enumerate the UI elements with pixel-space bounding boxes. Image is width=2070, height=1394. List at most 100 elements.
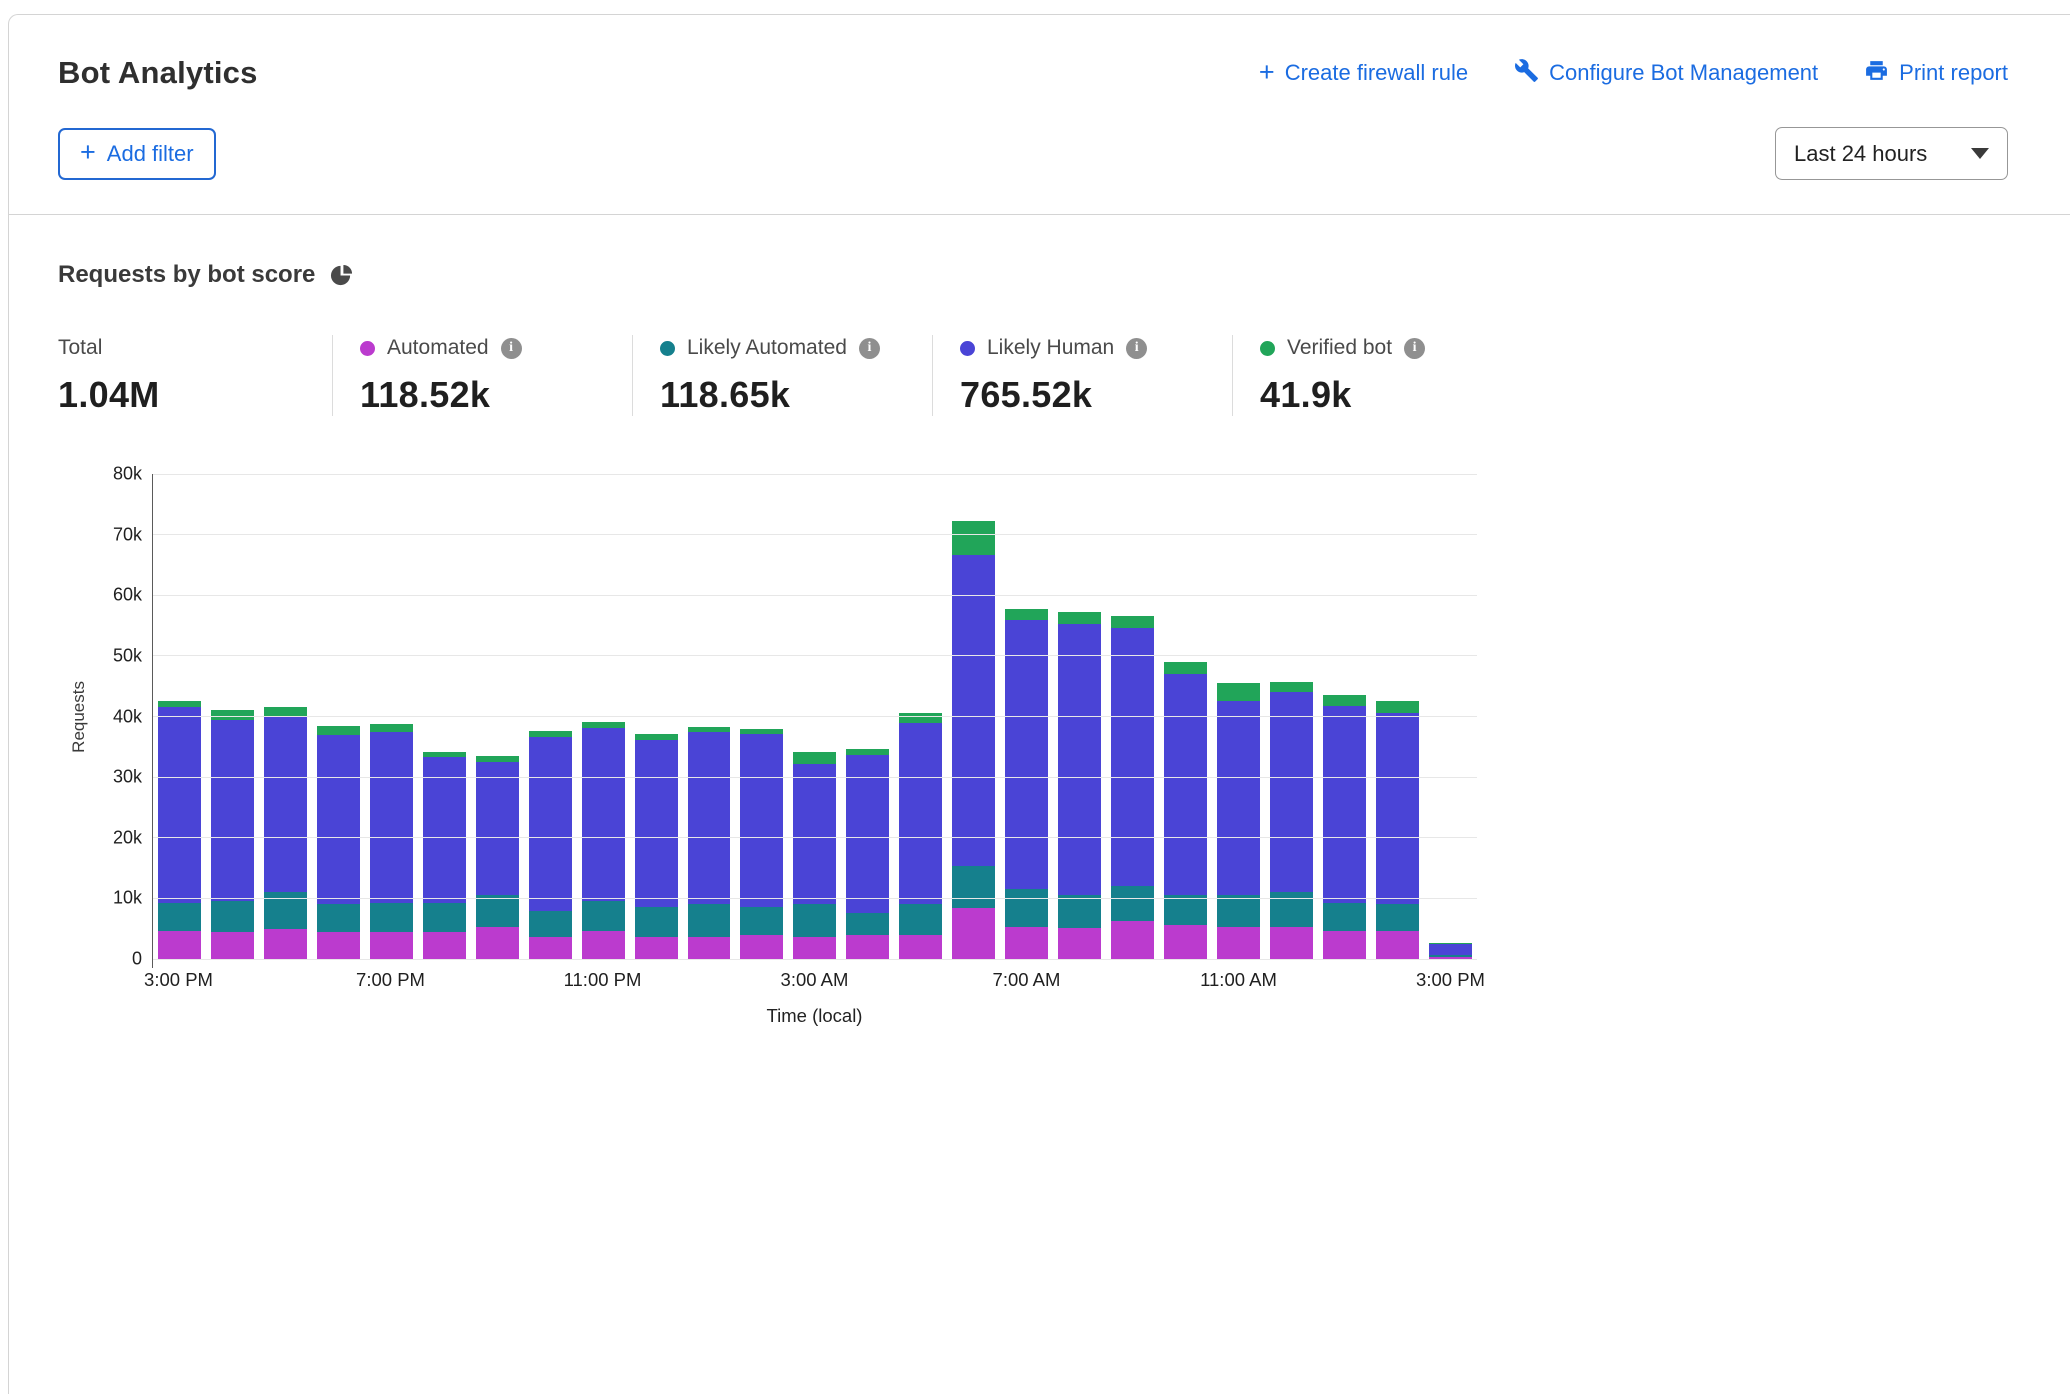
bar-900pm[interactable] bbox=[476, 756, 519, 959]
info-icon[interactable]: i bbox=[501, 338, 522, 359]
bar-segment-likely-automated[interactable] bbox=[211, 901, 254, 931]
bar-segment-automated[interactable] bbox=[1217, 927, 1260, 959]
bar-segment-verified-bot[interactable] bbox=[1376, 701, 1419, 713]
bar-segment-verified-bot[interactable] bbox=[1005, 609, 1048, 620]
bar-segment-likely-automated[interactable] bbox=[1005, 889, 1048, 927]
bar-segment-likely-automated[interactable] bbox=[846, 913, 889, 935]
bar-segment-likely-automated[interactable] bbox=[1217, 895, 1260, 927]
bar-segment-likely-human[interactable] bbox=[1164, 674, 1207, 895]
bar-segment-likely-human[interactable] bbox=[476, 762, 519, 895]
bar-1000pm[interactable] bbox=[529, 731, 572, 959]
bar-segment-likely-automated[interactable] bbox=[952, 866, 995, 908]
add-filter-button[interactable]: + Add filter bbox=[58, 128, 216, 180]
bar-segment-likely-human[interactable] bbox=[423, 757, 466, 903]
bar-segment-likely-human[interactable] bbox=[1429, 944, 1472, 955]
bar-900am[interactable] bbox=[1111, 616, 1154, 959]
bar-segment-verified-bot[interactable] bbox=[793, 752, 836, 764]
bar-segment-likely-human[interactable] bbox=[1323, 706, 1366, 903]
bar-segment-automated[interactable] bbox=[1164, 925, 1207, 959]
bar-segment-likely-automated[interactable] bbox=[793, 904, 836, 936]
bar-1200am[interactable] bbox=[635, 734, 678, 960]
bar-segment-automated[interactable] bbox=[370, 932, 413, 959]
bar-segment-likely-automated[interactable] bbox=[582, 901, 625, 930]
bar-100am[interactable] bbox=[688, 727, 731, 959]
bar-segment-automated[interactable] bbox=[317, 932, 360, 959]
bar-segment-likely-human[interactable] bbox=[1058, 624, 1101, 896]
bar-segment-likely-human[interactable] bbox=[317, 735, 360, 905]
info-icon[interactable]: i bbox=[859, 338, 880, 359]
bar-segment-likely-human[interactable] bbox=[211, 720, 254, 902]
info-icon[interactable]: i bbox=[1126, 338, 1147, 359]
bar-600pm[interactable] bbox=[317, 726, 360, 959]
bar-segment-automated[interactable] bbox=[635, 937, 678, 959]
bar-segment-verified-bot[interactable] bbox=[1058, 612, 1101, 624]
bar-segment-likely-human[interactable] bbox=[1217, 701, 1260, 895]
bar-700am[interactable] bbox=[1005, 609, 1048, 959]
bar-300am[interactable] bbox=[793, 752, 836, 959]
bar-segment-likely-human[interactable] bbox=[1005, 620, 1048, 890]
bar-200am[interactable] bbox=[740, 729, 783, 959]
bar-segment-likely-automated[interactable] bbox=[158, 903, 201, 930]
bar-segment-verified-bot[interactable] bbox=[635, 734, 678, 741]
info-icon[interactable]: i bbox=[1404, 338, 1425, 359]
bar-segment-verified-bot[interactable] bbox=[952, 521, 995, 555]
bar-segment-likely-automated[interactable] bbox=[1323, 903, 1366, 931]
bar-segment-likely-human[interactable] bbox=[1111, 628, 1154, 886]
bar-segment-likely-automated[interactable] bbox=[1164, 895, 1207, 925]
bar-segment-automated[interactable] bbox=[952, 908, 995, 959]
bar-segment-likely-automated[interactable] bbox=[317, 904, 360, 931]
bar-segment-likely-automated[interactable] bbox=[1376, 904, 1419, 931]
bar-segment-automated[interactable] bbox=[211, 932, 254, 959]
bar-segment-verified-bot[interactable] bbox=[370, 724, 413, 731]
bar-segment-automated[interactable] bbox=[793, 937, 836, 959]
bar-segment-likely-human[interactable] bbox=[793, 764, 836, 905]
bar-1000am[interactable] bbox=[1164, 662, 1207, 959]
bar-segment-likely-automated[interactable] bbox=[688, 904, 731, 937]
bar-segment-automated[interactable] bbox=[1323, 931, 1366, 959]
bar-segment-likely-automated[interactable] bbox=[370, 903, 413, 932]
bar-700pm[interactable] bbox=[370, 724, 413, 959]
bar-segment-verified-bot[interactable] bbox=[317, 726, 360, 735]
time-range-select[interactable]: Last 24 hours bbox=[1775, 127, 2008, 180]
bar-segment-verified-bot[interactable] bbox=[1111, 616, 1154, 628]
bar-segment-automated[interactable] bbox=[1111, 921, 1154, 959]
bar-100pm[interactable] bbox=[1323, 695, 1366, 959]
bar-800pm[interactable] bbox=[423, 752, 466, 959]
bar-segment-verified-bot[interactable] bbox=[211, 710, 254, 719]
bar-300pm[interactable] bbox=[158, 701, 201, 959]
bar-segment-likely-human[interactable] bbox=[1376, 713, 1419, 904]
bar-segment-likely-human[interactable] bbox=[582, 728, 625, 901]
bar-segment-automated[interactable] bbox=[264, 929, 307, 959]
bar-segment-likely-automated[interactable] bbox=[1058, 895, 1101, 928]
bar-segment-automated[interactable] bbox=[582, 931, 625, 959]
bar-segment-likely-human[interactable] bbox=[846, 755, 889, 913]
bar-segment-automated[interactable] bbox=[1376, 931, 1419, 959]
bar-segment-likely-human[interactable] bbox=[635, 740, 678, 907]
bar-segment-automated[interactable] bbox=[1005, 927, 1048, 959]
bar-segment-likely-automated[interactable] bbox=[423, 903, 466, 932]
bar-1100am[interactable] bbox=[1217, 683, 1260, 959]
bar-segment-likely-human[interactable] bbox=[899, 723, 942, 905]
bar-segment-likely-human[interactable] bbox=[688, 732, 731, 904]
bar-segment-verified-bot[interactable] bbox=[1164, 662, 1207, 674]
bar-segment-likely-automated[interactable] bbox=[529, 911, 572, 938]
bar-segment-likely-human[interactable] bbox=[370, 732, 413, 903]
bar-segment-automated[interactable] bbox=[1270, 927, 1313, 959]
configure-bot-management-link[interactable]: Configure Bot Management bbox=[1514, 58, 1818, 89]
bar-segment-likely-automated[interactable] bbox=[476, 895, 519, 927]
bar-400am[interactable] bbox=[846, 749, 889, 959]
bar-segment-automated[interactable] bbox=[476, 927, 519, 959]
bar-segment-likely-human[interactable] bbox=[158, 707, 201, 903]
print-report-link[interactable]: Print report bbox=[1864, 58, 2008, 89]
bar-segment-automated[interactable] bbox=[529, 937, 572, 959]
bar-segment-likely-automated[interactable] bbox=[635, 907, 678, 937]
bar-segment-likely-automated[interactable] bbox=[899, 904, 942, 934]
bar-500am[interactable] bbox=[899, 713, 942, 959]
bar-segment-likely-human[interactable] bbox=[529, 737, 572, 910]
bar-segment-automated[interactable] bbox=[158, 931, 201, 959]
bar-segment-verified-bot[interactable] bbox=[899, 713, 942, 722]
bar-segment-likely-automated[interactable] bbox=[740, 907, 783, 935]
bar-segment-likely-human[interactable] bbox=[264, 717, 307, 893]
bar-segment-likely-human[interactable] bbox=[740, 734, 783, 907]
bar-segment-likely-automated[interactable] bbox=[1111, 886, 1154, 921]
